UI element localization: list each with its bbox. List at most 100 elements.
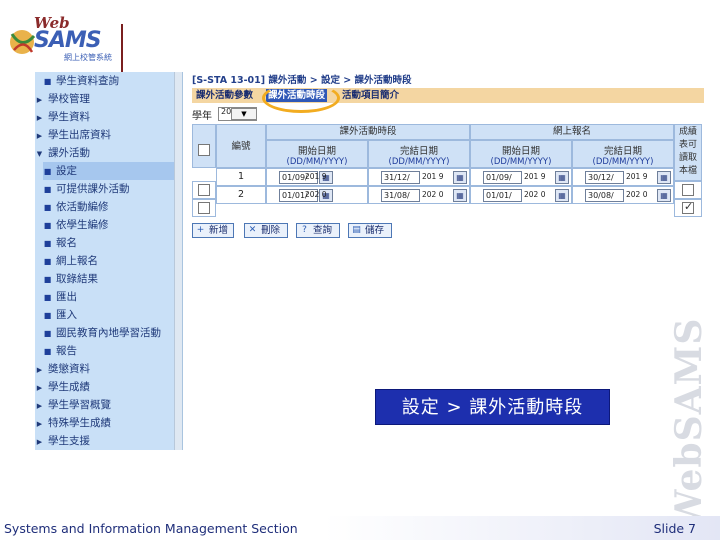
tab-activity-parameters[interactable]: 課外活動參數 xyxy=(196,89,253,102)
result-readable-checkbox[interactable] xyxy=(682,200,694,214)
delete-button[interactable]: ✕ 刪除 xyxy=(244,223,288,238)
sidebar-item-label: 匯出 xyxy=(56,291,77,303)
bullet-icon: ■ xyxy=(43,167,52,176)
sidebar-item[interactable]: ▶ 學生支援 xyxy=(35,432,175,450)
collapsed-arrow-icon: ▶ xyxy=(36,132,43,140)
online-end-date-input[interactable]: 30/12/ xyxy=(585,171,624,184)
year-dropdown-arrow-icon[interactable]: ▼ xyxy=(231,108,257,120)
logo-caption: 網上校管系統 xyxy=(64,53,112,62)
sidebar-item[interactable]: ■ 匯出 xyxy=(43,288,182,306)
sidebar-item[interactable]: ▶ 學生成績 xyxy=(35,378,175,396)
row-checkbox[interactable] xyxy=(198,202,210,214)
header-divider xyxy=(121,24,123,72)
sidebar-item[interactable]: ■ 網上報名 xyxy=(43,252,182,270)
bullet-icon: ■ xyxy=(43,293,52,302)
bullet-icon: ■ xyxy=(43,203,52,212)
sidebar-item[interactable]: ■ 學生資料查詢 xyxy=(43,72,182,90)
sidebar-item-label: 學生資料 xyxy=(48,111,90,123)
sidebar-item[interactable]: ■ 設定 xyxy=(43,162,182,180)
online-start-date-input[interactable]: 01/09/ xyxy=(483,171,522,184)
sidebar-item-label: 依學生編修 xyxy=(56,219,109,231)
sidebar-item[interactable]: ▶ 學生出席資料 xyxy=(35,126,175,144)
bullet-icon: ■ xyxy=(43,311,52,320)
table-row xyxy=(192,199,216,217)
sidebar-item-label: 學生學習概覽 xyxy=(48,399,111,411)
header-period-group: 課外活動時段 xyxy=(266,124,470,140)
calendar-icon[interactable]: ▦ xyxy=(657,189,671,202)
header-no: 編號 xyxy=(216,124,266,168)
sidebar-item[interactable]: ▼ 課外活動 xyxy=(35,144,175,162)
sidebar-item[interactable]: ■ 可提供課外活動 xyxy=(43,180,182,198)
add-button[interactable]: + 新增 xyxy=(192,223,234,238)
sidebar-nav: ■ 學生資料查詢 ▶ 學校管理 ▶ 學生資料 ▶ 學生出席資料 ▼ 課外活動 ■ 設定 ■ 可提供課外活動… xyxy=(35,72,183,450)
header-date-format: (DD/MM/YYYY) xyxy=(388,157,450,167)
header-online-start-date: 開始日期 (DD/MM/YYYY) xyxy=(470,140,572,168)
delete-icon: ✕ xyxy=(248,225,257,235)
sidebar-item[interactable]: ■ 取錄結果 xyxy=(43,270,182,288)
sidebar-item[interactable]: ▶ 獎懲資料 xyxy=(35,360,175,378)
online-end-date-cell: 30/08/ ▦ 202 0 xyxy=(572,186,674,204)
calendar-icon[interactable]: ▦ xyxy=(555,171,569,184)
sidebar-item[interactable]: ▶ 學校管理 xyxy=(35,90,175,108)
result-cell xyxy=(674,199,702,217)
search-button[interactable]: ? 查詢 xyxy=(296,223,340,238)
calendar-icon[interactable]: ▦ xyxy=(555,189,569,202)
year-overflow-text: 202 0 xyxy=(305,190,327,199)
sidebar-item-label: 網上報名 xyxy=(56,255,98,267)
sidebar-scrollbar[interactable] xyxy=(174,72,182,450)
save-button-label: 儲存 xyxy=(365,225,385,236)
end-date-input[interactable]: 31/12/ xyxy=(381,171,420,184)
header-start-label: 開始日期 xyxy=(297,146,336,157)
save-button[interactable]: ▤ 儲存 xyxy=(348,223,392,238)
sidebar-item-label: 報名 xyxy=(56,237,77,249)
select-all-header xyxy=(192,124,216,168)
collapsed-arrow-icon: ▶ xyxy=(36,384,43,392)
sidebar-item[interactable]: ■ 國民教育內地學習活動 xyxy=(43,324,182,342)
bullet-icon: ■ xyxy=(43,77,52,86)
search-button-label: 查詢 xyxy=(313,225,333,236)
slide-footer: Systems and Information Management Secti… xyxy=(0,516,720,540)
row-checkbox[interactable] xyxy=(198,184,210,196)
start-date-cell: 01/09/ ▦ 201 9 xyxy=(266,168,368,186)
sidebar-item[interactable]: ■ 依學生編修 xyxy=(43,216,182,234)
header-date-format: (DD/MM/YYYY) xyxy=(592,157,654,167)
sidebar-item[interactable]: ■ 報告 xyxy=(43,342,182,360)
sidebar-item-label: 依活動編修 xyxy=(56,201,109,213)
collapsed-arrow-icon: ▶ xyxy=(36,402,43,410)
save-icon: ▤ xyxy=(352,225,361,235)
sidebar-item-label: 獎懲資料 xyxy=(48,363,90,375)
sidebar-item[interactable]: ■ 報名 xyxy=(43,234,182,252)
table-row xyxy=(192,181,216,199)
result-readable-checkbox[interactable] xyxy=(682,184,694,196)
start-date-cell: 01/01/ ▦ 202 0 xyxy=(266,186,368,204)
online-start-date-input[interactable]: 01/01/ xyxy=(483,189,522,202)
end-date-input[interactable]: 31/08/ xyxy=(381,189,420,202)
online-end-date-input[interactable]: 30/08/ xyxy=(585,189,624,202)
collapsed-arrow-icon: ▶ xyxy=(36,96,43,104)
period-table: 編號 課外活動時段 網上報名 成績表可讀取本檔 開始日期 (DD/MM/YYYY)… xyxy=(192,124,702,219)
calendar-icon[interactable]: ▦ xyxy=(453,171,467,184)
sidebar-item[interactable]: ▶ 學生學習概覽 xyxy=(35,396,175,414)
sidebar-item[interactable]: ▶ 學生資料 xyxy=(35,108,175,126)
select-all-checkbox[interactable] xyxy=(198,144,210,156)
sidebar-item[interactable]: ▶ 特殊學生成績 xyxy=(35,414,175,432)
calendar-icon[interactable]: ▦ xyxy=(657,171,671,184)
watermark-text: WebSAMS xyxy=(668,317,710,530)
bullet-icon: ■ xyxy=(43,347,52,356)
footer-section-name: Systems and Information Management Secti… xyxy=(4,521,298,536)
sidebar-item-label: 報告 xyxy=(56,345,77,357)
slide-number: Slide 7 xyxy=(653,521,696,536)
online-start-date-cell: 01/01/ ▦ 202 0 xyxy=(470,186,572,204)
bullet-icon: ■ xyxy=(43,221,52,230)
calendar-icon[interactable]: ▦ xyxy=(453,189,467,202)
collapsed-arrow-icon: ▶ xyxy=(36,438,43,446)
year-overflow-text: 201 9 xyxy=(626,172,648,181)
year-overflow-text: 201 9 xyxy=(305,172,327,181)
end-date-cell: 31/08/ ▦ 202 0 xyxy=(368,186,470,204)
sidebar-item[interactable]: ■ 依活動編修 xyxy=(43,198,182,216)
sidebar-item[interactable]: ■ 匯入 xyxy=(43,306,182,324)
header-online-end-date: 完結日期 (DD/MM/YYYY) xyxy=(572,140,674,168)
add-button-label: 新增 xyxy=(209,225,229,236)
tab-activity-intro[interactable]: 活動項目簡介 xyxy=(342,89,399,102)
header-end-label: 完結日期 xyxy=(399,146,438,157)
